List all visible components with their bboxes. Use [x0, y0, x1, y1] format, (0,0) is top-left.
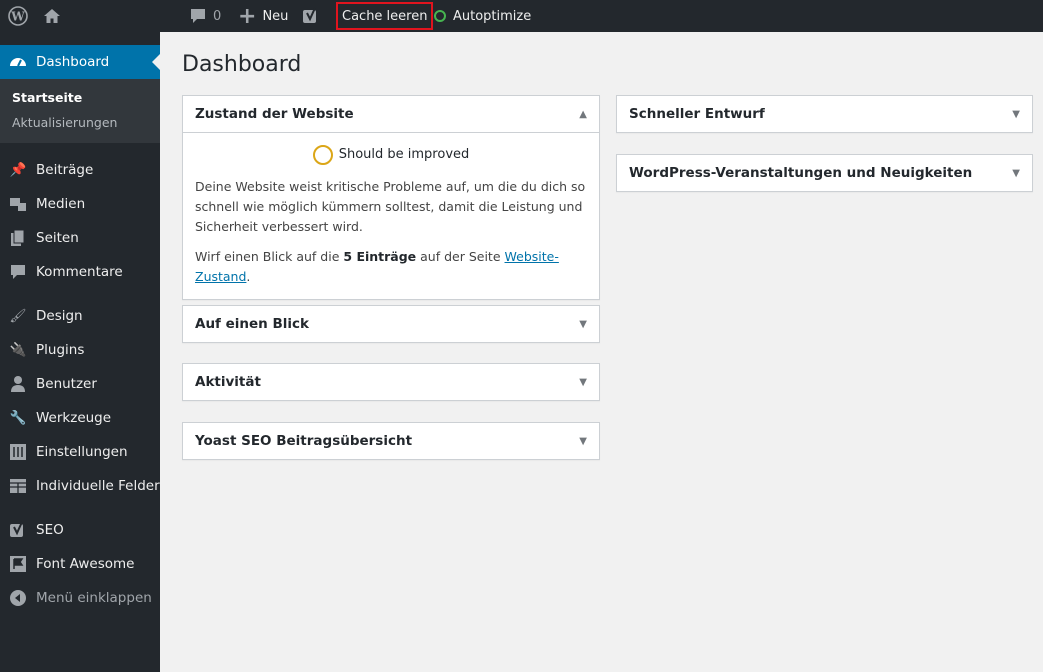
sidebar-item-medien[interactable]: Medien [0, 187, 160, 221]
activity-widget: Aktivität ▼ [182, 363, 600, 401]
user-icon [0, 375, 36, 393]
dashboard-submenu: Startseite Aktualisierungen [0, 79, 160, 143]
comments-count: 0 [213, 8, 222, 24]
new-content-button[interactable]: + Neu [238, 0, 288, 32]
wrench-icon: 🔧 [9, 410, 27, 426]
widget-header[interactable]: WordPress-Veranstaltungen und Neuigkeite… [617, 155, 1032, 191]
sidebar-item-label: Plugins [36, 342, 85, 358]
collapse-label: Menü einklappen [36, 590, 152, 606]
sidebar-item-label: Font Awesome [36, 556, 135, 572]
sidebar-item-benutzer[interactable]: Benutzer [0, 367, 160, 401]
sidebar-item-label: Design [36, 308, 83, 324]
sidebar-item-werkzeuge[interactable]: 🔧 Werkzeuge [0, 401, 160, 435]
settings-icon [0, 443, 36, 461]
clear-cache-label: Cache leeren [342, 8, 428, 24]
sidebar-item-label: Seiten [36, 230, 79, 246]
widget-header[interactable]: Yoast SEO Beitragsübersicht ▼ [183, 423, 599, 459]
widget-title: Yoast SEO Beitragsübersicht [195, 433, 413, 449]
yoast-icon [0, 521, 36, 539]
issue-count: 5 Einträge [343, 249, 417, 264]
sidebar-item-kommentare[interactable]: Kommentare [0, 255, 160, 289]
comment-icon [191, 9, 205, 23]
yoast-button[interactable] [302, 0, 320, 32]
sidebar-item-seiten[interactable]: Seiten [0, 221, 160, 255]
sidebar-item-label: Individuelle Felder [36, 478, 160, 494]
widget-title: Schneller Entwurf [629, 106, 765, 122]
new-label: Neu [262, 8, 289, 24]
sidebar-item-font-awesome[interactable]: Font Awesome [0, 547, 160, 581]
autoptimize-label: Autoptimize [453, 8, 532, 24]
widget-header[interactable]: Auf einen Blick ▼ [183, 306, 599, 342]
collapse-down-icon[interactable]: ▼ [579, 377, 587, 388]
health-cta: Wirf einen Blick auf die 5 Einträge auf … [195, 249, 559, 284]
widget-title: Auf einen Blick [195, 316, 310, 332]
sidebar-item-individuelle-felder[interactable]: Individuelle Felder [0, 469, 160, 503]
sidebar-item-label: Benutzer [36, 376, 97, 392]
fields-icon [0, 477, 36, 495]
svg-text:W: W [10, 10, 25, 24]
admin-bar: W 0 + Neu Cache leeren Autoptimize [0, 0, 1043, 32]
pages-icon [0, 229, 36, 247]
submenu-item-aktualisierungen[interactable]: Aktualisierungen [0, 110, 160, 135]
quick-draft-widget: Schneller Entwurf ▼ [616, 95, 1033, 133]
sidebar-item-plugins[interactable]: 🔌 Plugins [0, 333, 160, 367]
yoast-icon [303, 7, 316, 23]
sidebar-item-label: Einstellungen [36, 444, 128, 460]
collapse-down-icon[interactable]: ▼ [579, 436, 587, 447]
comments-icon [0, 263, 36, 281]
main-content: Dashboard Zustand der Website ▲ Should b… [160, 32, 1043, 672]
flag-icon [0, 555, 36, 573]
collapse-down-icon[interactable]: ▼ [1012, 109, 1020, 120]
sidebar-item-beitraege[interactable]: 📌 Beiträge [0, 153, 160, 187]
plugin-icon: 🔌 [9, 342, 27, 358]
sidebar-item-label: Beiträge [36, 162, 94, 178]
events-news-widget: WordPress-Veranstaltungen und Neuigkeite… [616, 154, 1033, 192]
wordpress-logo-button[interactable]: W [8, 0, 28, 32]
widget-title: Aktivität [195, 374, 261, 390]
brush-icon: 🖌 [9, 308, 27, 324]
wordpress-logo-icon: W [8, 6, 28, 26]
home-button[interactable] [42, 0, 62, 32]
sidebar-item-einstellungen[interactable]: Einstellungen [0, 435, 160, 469]
plus-icon: + [238, 3, 257, 29]
submenu-item-startseite[interactable]: Startseite [0, 85, 160, 110]
home-icon [44, 9, 60, 23]
pin-icon: 📌 [9, 162, 27, 178]
collapse-up-icon[interactable]: ▲ [579, 109, 587, 120]
health-status: Should be improved [195, 145, 587, 165]
autoptimize-button[interactable]: Autoptimize [434, 0, 531, 32]
collapse-icon [0, 589, 36, 607]
sidebar-item-design[interactable]: 🖌 Design [0, 299, 160, 333]
widget-header[interactable]: Zustand der Website ▲ [183, 96, 599, 132]
clear-cache-button[interactable]: Cache leeren [336, 2, 434, 30]
sidebar-item-label: Medien [36, 196, 86, 212]
sidebar-item-label: Dashboard [36, 54, 110, 70]
widget-header[interactable]: Aktivität ▼ [183, 364, 599, 400]
site-health-widget: Zustand der Website ▲ Should be improved… [182, 95, 600, 300]
collapse-down-icon[interactable]: ▼ [579, 319, 587, 330]
health-description: Deine Website weist kritische Probleme a… [195, 179, 586, 234]
status-ring-icon [434, 10, 446, 22]
sidebar-item-label: Kommentare [36, 264, 123, 280]
sidebar-item-seo[interactable]: SEO [0, 513, 160, 547]
sidebar-item-label: Werkzeuge [36, 410, 112, 426]
widget-title: Zustand der Website [195, 106, 354, 122]
admin-sidebar: Dashboard Startseite Aktualisierungen 📌 B… [0, 32, 160, 672]
status-text: Should be improved [338, 147, 470, 162]
media-icon [0, 195, 36, 213]
widget-title: WordPress-Veranstaltungen und Neuigkeite… [629, 165, 973, 181]
widget-header[interactable]: Schneller Entwurf ▼ [617, 96, 1032, 132]
comments-button[interactable]: 0 [189, 0, 221, 32]
dashboard-icon [0, 53, 36, 71]
sidebar-item-label: SEO [36, 522, 64, 538]
collapse-down-icon[interactable]: ▼ [1012, 168, 1020, 179]
yoast-overview-widget: Yoast SEO Beitragsübersicht ▼ [182, 422, 600, 460]
collapse-menu-button[interactable]: Menü einklappen [0, 581, 160, 615]
sidebar-item-dashboard[interactable]: Dashboard [0, 45, 160, 79]
page-title: Dashboard [182, 52, 302, 77]
at-a-glance-widget: Auf einen Blick ▼ [182, 305, 600, 343]
status-circle-icon [312, 145, 333, 165]
